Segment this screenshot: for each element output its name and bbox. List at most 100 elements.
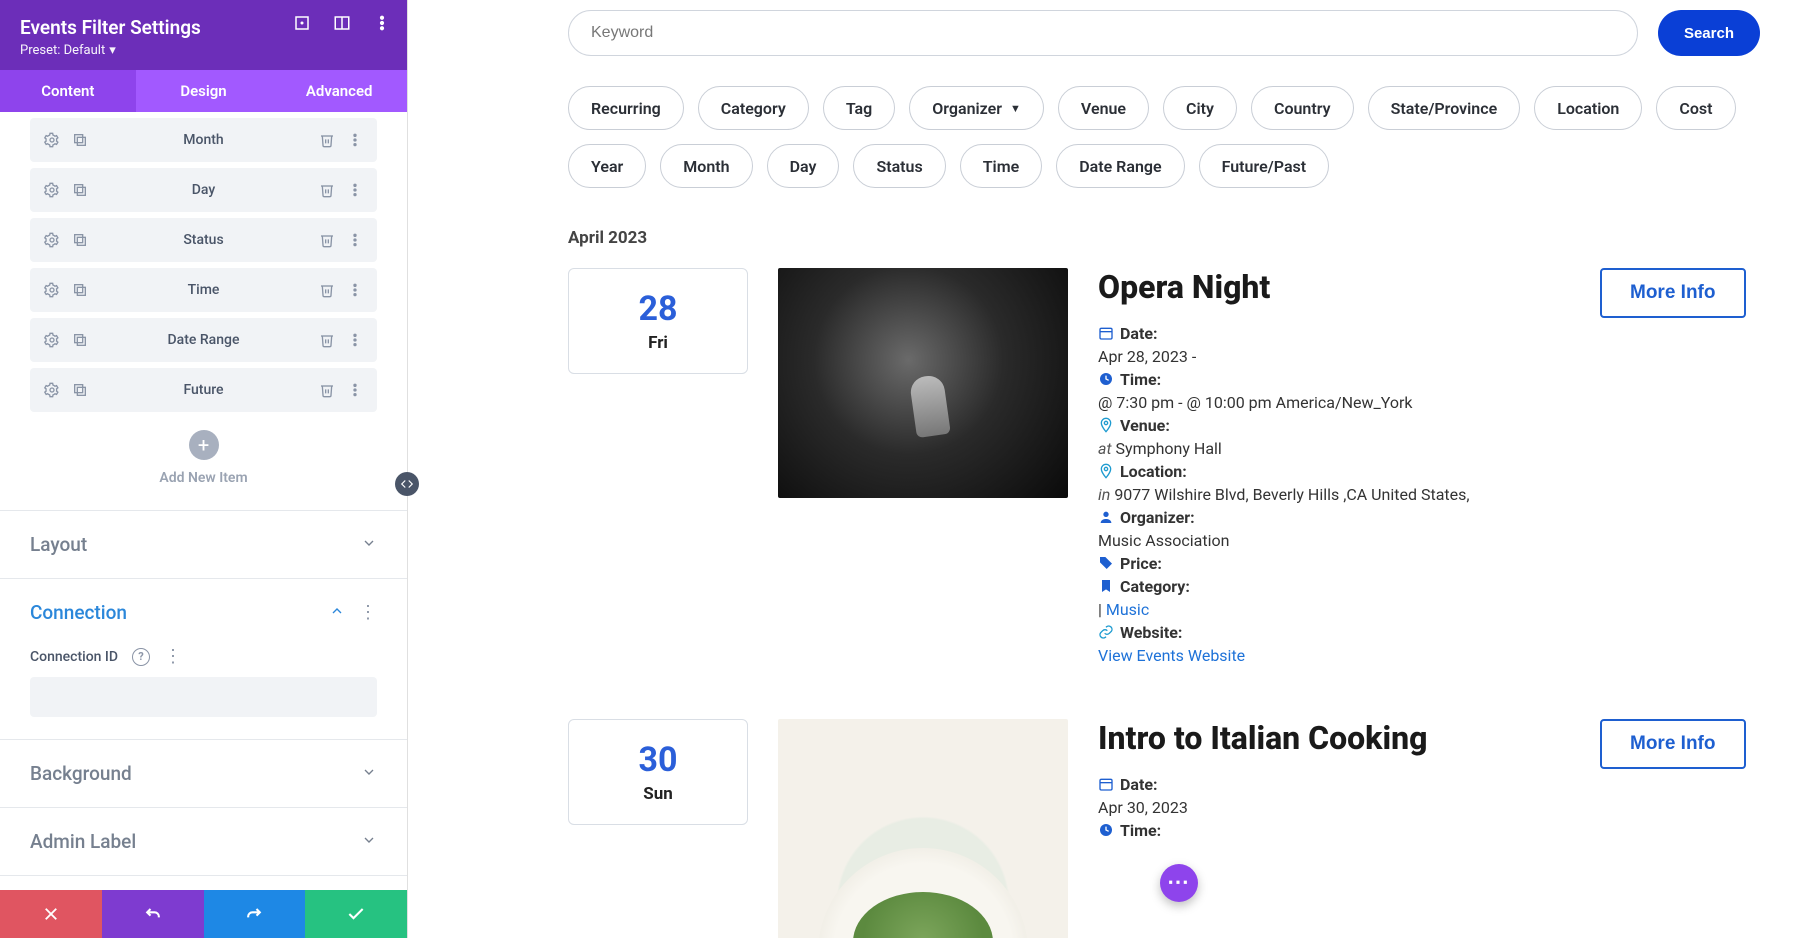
filter-chip[interactable]: Month [660,144,752,188]
clock-icon [1098,371,1114,387]
more-icon[interactable] [347,232,363,248]
more-icon[interactable] [347,382,363,398]
tab-content[interactable]: Content [0,70,136,112]
tab-advanced[interactable]: Advanced [271,70,407,112]
more-icon[interactable] [347,332,363,348]
website-link[interactable]: View Events Website [1098,646,1245,665]
cancel-button[interactable] [0,890,102,938]
filter-item-row[interactable]: Time [30,268,377,312]
filter-chip[interactable]: Venue [1058,86,1149,130]
section-admin-label[interactable]: Admin Label [0,807,407,876]
event-date: Apr 30, 2023 [1098,798,1570,817]
search-button[interactable]: Search [1658,10,1760,56]
event-card: 28 Fri Opera Night Date: Apr 28, 2023 - … [568,268,1760,669]
connection-body: Connection ID ? ⋮ [0,646,407,739]
filter-chip[interactable]: City [1163,86,1237,130]
redo-button[interactable] [204,890,306,938]
item-label: Month [183,132,223,148]
gear-icon[interactable] [44,382,60,398]
duplicate-icon[interactable] [72,132,88,148]
gear-icon[interactable] [44,132,60,148]
filter-chip[interactable]: Day [767,144,840,188]
gear-icon[interactable] [44,232,60,248]
add-item-label: Add New Item [0,470,407,486]
trash-icon[interactable] [319,282,335,298]
settings-sidebar: Events Filter Settings Preset: Default ▾… [0,0,408,938]
section-connection[interactable]: Connection ⋮ [0,578,407,646]
expand-icon[interactable] [293,14,311,32]
trash-icon[interactable] [319,132,335,148]
category-link[interactable]: Music [1106,600,1149,619]
event-venue: Symphony Hall [1116,439,1222,458]
duplicate-icon[interactable] [72,332,88,348]
filter-chip[interactable]: Status [853,144,945,188]
columns-icon[interactable] [333,14,351,32]
connection-id-input[interactable] [30,677,377,717]
event-info: Intro to Italian Cooking Date: Apr 30, 2… [1098,719,1570,844]
item-label: Time [188,282,220,298]
more-icon[interactable] [347,132,363,148]
tag-icon [1098,555,1114,571]
filter-chip[interactable]: Year [568,144,646,188]
gear-icon[interactable] [44,332,60,348]
preset-selector[interactable]: Preset: Default ▾ [20,43,387,58]
gear-icon[interactable] [44,182,60,198]
filter-chip[interactable]: Category [698,86,809,130]
section-background[interactable]: Background [0,739,407,807]
gear-icon[interactable] [44,282,60,298]
more-icon[interactable] [347,282,363,298]
filter-item-row[interactable]: Future [30,368,377,412]
chevron-down-icon [361,535,377,555]
chevron-up-icon [329,603,345,623]
resize-handle[interactable] [395,472,419,496]
person-icon [1098,509,1114,525]
filter-item-row[interactable]: Date Range [30,318,377,362]
filter-chip[interactable]: Tag [823,86,895,130]
more-info-button[interactable]: More Info [1600,268,1746,318]
field-more-icon[interactable]: ⋮ [164,646,182,667]
footer-bar [0,890,407,938]
help-icon[interactable]: ? [132,648,150,666]
filter-chip[interactable]: Cost [1656,86,1735,130]
filter-chip[interactable]: Location [1534,86,1642,130]
more-icon[interactable] [347,182,363,198]
duplicate-icon[interactable] [72,182,88,198]
section-layout[interactable]: Layout [0,510,407,578]
trash-icon[interactable] [319,232,335,248]
save-button[interactable] [305,890,407,938]
trash-icon[interactable] [319,382,335,398]
calendar-icon [1098,776,1114,792]
filter-chips: Recurring Category Tag Organizer▼ Venue City C… [568,86,1760,188]
date-day: Fri [569,333,747,353]
item-label: Status [183,232,223,248]
duplicate-icon[interactable] [72,282,88,298]
more-icon[interactable] [373,14,391,32]
filter-chip[interactable]: Time [960,144,1043,188]
tab-design[interactable]: Design [136,70,272,112]
more-info-button[interactable]: More Info [1600,719,1746,769]
date-day: Sun [569,784,747,804]
floating-action-button[interactable]: ⋯ [1160,864,1198,902]
filter-chip[interactable]: Organizer▼ [909,86,1044,130]
filter-chip[interactable]: Future/Past [1199,144,1330,188]
filter-item-row[interactable]: Status [30,218,377,262]
section-more-icon[interactable]: ⋮ [359,602,377,623]
sidebar-tabs: Content Design Advanced [0,70,407,112]
filter-chip[interactable]: Date Range [1056,144,1184,188]
trash-icon[interactable] [319,332,335,348]
undo-button[interactable] [102,890,204,938]
filter-chip[interactable]: Recurring [568,86,684,130]
keyword-input[interactable] [568,10,1638,56]
add-item-button[interactable]: + [189,430,219,460]
date-number: 30 [569,740,747,780]
filter-item-row[interactable]: Day [30,168,377,212]
event-time: @ 7:30 pm - @ 10:00 pm America/New_York [1098,393,1570,412]
duplicate-icon[interactable] [72,382,88,398]
duplicate-icon[interactable] [72,232,88,248]
filter-item-row[interactable]: Month [30,118,377,162]
filter-chip[interactable]: Country [1251,86,1354,130]
trash-icon[interactable] [319,182,335,198]
event-date: Apr 28, 2023 - [1098,347,1570,366]
filter-chip[interactable]: State/Province [1368,86,1521,130]
chevron-down-icon [361,764,377,784]
